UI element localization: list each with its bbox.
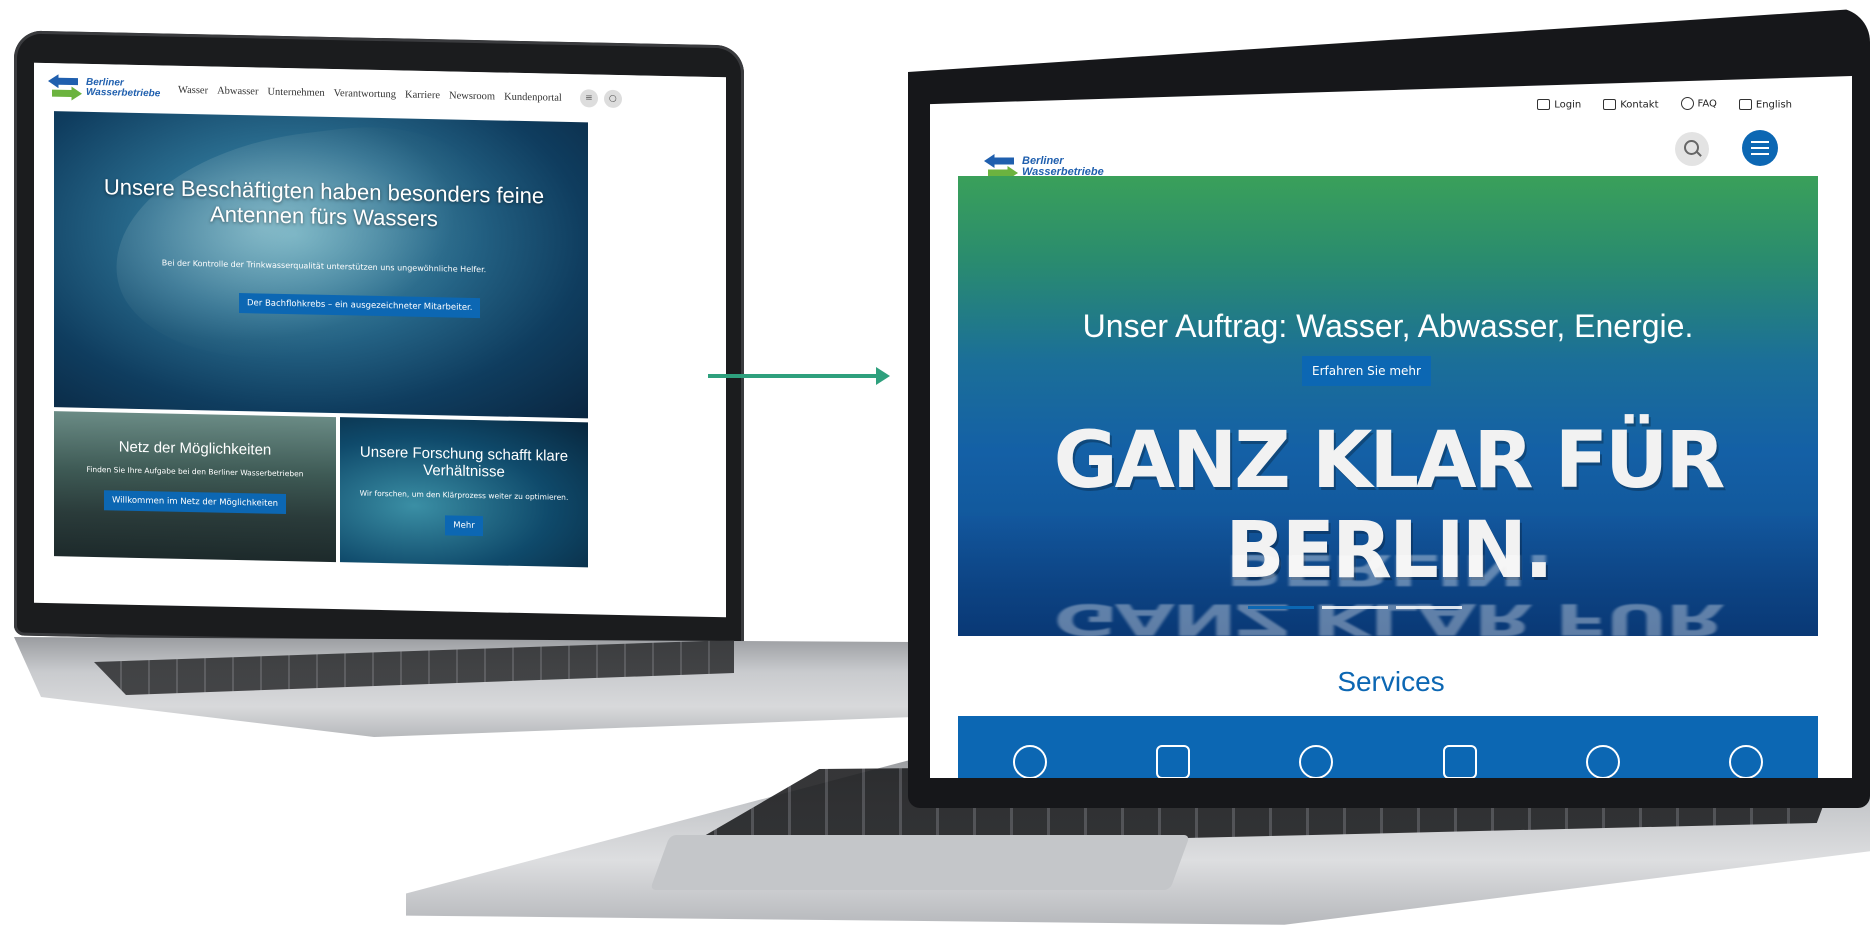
transition-arrow bbox=[708, 374, 884, 378]
login-link[interactable]: Login bbox=[1537, 98, 1581, 110]
right-laptop-screen: Login Kontakt FAQ English Berliner Wasse… bbox=[930, 76, 1852, 778]
left-laptop: Berliner Wasserbetriebe Wasser Abwasser … bbox=[14, 30, 914, 737]
nav-item-newsroom[interactable]: Newsroom bbox=[449, 90, 495, 102]
tile-forschung-title: Unsere Forschung schafft klare Verhältni… bbox=[359, 443, 569, 481]
carousel-dot-3[interactable] bbox=[1396, 606, 1462, 609]
nav-item-wasser[interactable]: Wasser bbox=[178, 84, 208, 96]
person-drop-icon[interactable] bbox=[1729, 745, 1764, 778]
carousel-dot-2[interactable] bbox=[1322, 606, 1388, 609]
tile-netz-subtitle: Finden Sie Ihre Aufgabe bei den Berliner… bbox=[86, 465, 304, 479]
tile-forschung-button[interactable]: Mehr bbox=[445, 514, 483, 536]
services-band bbox=[958, 716, 1818, 778]
right-hero-title: Unser Auftrag: Wasser, Abwasser, Energie… bbox=[1082, 308, 1694, 344]
right-laptop-trackpad bbox=[649, 835, 1191, 890]
logo-wordmark: Berliner Wasserbetriebe bbox=[1022, 155, 1104, 178]
nav-item-unternehmen[interactable]: Unternehmen bbox=[267, 86, 324, 98]
faq-link[interactable]: FAQ bbox=[1680, 97, 1717, 110]
right-site-hero: Unser Auftrag: Wasser, Abwasser, Energie… bbox=[958, 176, 1818, 636]
question-icon bbox=[1680, 97, 1694, 110]
services-heading: Services bbox=[1337, 666, 1445, 697]
search-icon[interactable] bbox=[1675, 132, 1709, 166]
carousel-indicators bbox=[1248, 606, 1462, 609]
tile-netz-button[interactable]: Willkommen im Netz der Möglichkeiten bbox=[103, 490, 287, 515]
arrow-head-icon bbox=[876, 367, 890, 385]
left-hero-title: Unsere Beschäftigten haben besonders fei… bbox=[103, 174, 545, 232]
people-add-icon[interactable] bbox=[1012, 745, 1047, 778]
language-icon[interactable]: ≡ bbox=[579, 89, 598, 108]
tile-netz: Netz der Möglichkeiten Finden Sie Ihre A… bbox=[54, 411, 336, 563]
left-site-nav: Wasser Abwasser Unternehmen Verantwortun… bbox=[178, 84, 562, 103]
right-hero-button[interactable]: Erfahren Sie mehr bbox=[1302, 356, 1431, 386]
tile-forschung-subtitle: Wir forschen, um den Klärprozess weiter … bbox=[359, 488, 569, 502]
menu-icon[interactable] bbox=[1742, 130, 1778, 166]
tile-netz-title: Netz der Möglichkeiten bbox=[118, 438, 272, 459]
nav-item-kundenportal[interactable]: Kundenportal bbox=[504, 91, 562, 103]
english-link[interactable]: English bbox=[1738, 98, 1792, 110]
left-site-header-icons: ≡ ○ bbox=[579, 89, 622, 109]
nav-item-karriere[interactable]: Karriere bbox=[405, 89, 440, 101]
left-site-hero: Unsere Beschäftigten haben besonders fei… bbox=[54, 111, 588, 419]
meter-icon[interactable] bbox=[1299, 745, 1334, 778]
logo-wordmark: Berliner Wasserbetriebe bbox=[86, 76, 161, 100]
carousel-dot-1[interactable] bbox=[1248, 606, 1314, 609]
lock-icon bbox=[1537, 98, 1551, 110]
tile-forschung: Unsere Forschung schafft klare Verhältni… bbox=[340, 417, 588, 568]
kontakt-link[interactable]: Kontakt bbox=[1603, 98, 1659, 110]
search-icon[interactable]: ○ bbox=[603, 89, 622, 109]
language-icon bbox=[1738, 98, 1752, 110]
left-site-logo[interactable]: Berliner Wasserbetriebe bbox=[48, 74, 164, 102]
nav-item-abwasser[interactable]: Abwasser bbox=[217, 85, 258, 97]
document-wrench-icon[interactable] bbox=[1155, 745, 1190, 778]
logo-arrows-icon bbox=[48, 74, 82, 101]
amphipod-photo bbox=[100, 112, 508, 377]
hero-slogan-reflection: GANZ KLAR FÜR BERLIN. bbox=[1053, 544, 1723, 637]
euro-document-icon[interactable] bbox=[1442, 745, 1477, 778]
mail-icon bbox=[1603, 98, 1617, 110]
nav-item-verantwortung[interactable]: Verantwortung bbox=[334, 88, 396, 100]
left-laptop-screen: Berliner Wasserbetriebe Wasser Abwasser … bbox=[34, 62, 726, 618]
water-check-icon[interactable] bbox=[1585, 745, 1620, 778]
